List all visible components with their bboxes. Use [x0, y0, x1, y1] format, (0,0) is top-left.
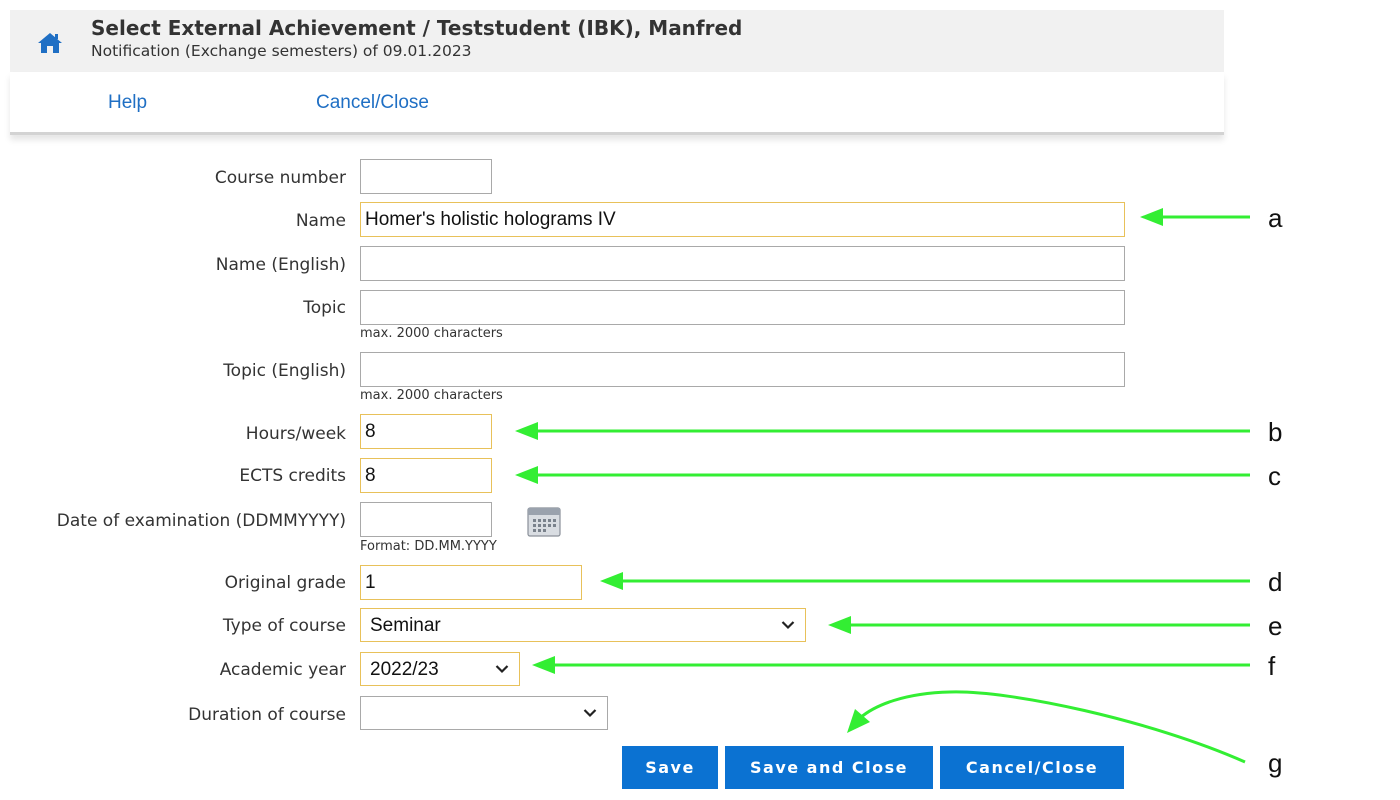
hours-week-input[interactable] [360, 414, 492, 449]
home-icon[interactable] [37, 32, 63, 54]
ects-credits-label: ECTS credits [239, 466, 346, 486]
topic-hint: max. 2000 characters [360, 326, 503, 341]
date-format-hint: Format: DD.MM.YYYY [360, 539, 497, 554]
page-subtitle: Notification (Exchange semesters) of 09.… [91, 42, 472, 60]
page-header: Select External Achievement / Teststuden… [10, 10, 1224, 72]
page-title: Select External Achievement / Teststuden… [91, 16, 743, 40]
name-english-label: Name (English) [215, 255, 346, 275]
save-button[interactable]: Save [622, 746, 718, 789]
type-of-course-label: Type of course [222, 616, 346, 636]
hours-week-label: Hours/week [245, 424, 346, 444]
type-of-course-select[interactable]: Seminar [360, 608, 806, 642]
duration-of-course-select[interactable] [360, 696, 608, 730]
original-grade-input[interactable] [360, 565, 582, 600]
chevron-down-icon [583, 709, 597, 718]
chevron-down-icon [781, 621, 795, 630]
topic-english-input[interactable] [360, 352, 1125, 387]
topic-english-hint: max. 2000 characters [360, 388, 503, 403]
menu-bar: Help Cancel/Close [10, 72, 1224, 135]
course-number-input[interactable] [360, 159, 492, 194]
topic-english-label: Topic (English) [223, 361, 346, 381]
menu-cancel-close-link[interactable]: Cancel/Close [316, 92, 429, 114]
help-link[interactable]: Help [108, 92, 147, 114]
ects-credits-input[interactable] [360, 458, 492, 493]
annotation-label-b: b [1268, 417, 1283, 447]
chevron-down-icon [495, 665, 509, 674]
annotation-label-g: g [1268, 748, 1283, 778]
academic-year-select[interactable]: 2022/23 [360, 652, 520, 686]
date-of-examination-input[interactable] [360, 502, 492, 537]
topic-label: Topic [303, 298, 346, 318]
annotation-label-d: d [1268, 567, 1283, 597]
cancel-close-button[interactable]: Cancel/Close [940, 746, 1124, 789]
date-of-examination-label: Date of examination (DDMMYYYY) [56, 511, 346, 531]
annotation-label-e: e [1268, 611, 1283, 641]
name-input[interactable] [360, 202, 1125, 237]
save-and-close-button[interactable]: Save and Close [725, 746, 933, 789]
original-grade-label: Original grade [224, 573, 346, 593]
name-english-input[interactable] [360, 246, 1125, 281]
academic-year-label: Academic year [219, 660, 346, 680]
annotation-label-c: c [1268, 461, 1281, 491]
annotation-label-a: a [1268, 203, 1283, 233]
duration-of-course-label: Duration of course [188, 705, 346, 725]
course-number-label: Course number [214, 168, 346, 188]
academic-year-value: 2022/23 [370, 659, 439, 680]
name-label: Name [295, 211, 346, 231]
calendar-icon[interactable] [527, 507, 561, 537]
topic-input[interactable] [360, 290, 1125, 325]
annotation-label-f: f [1268, 651, 1276, 681]
type-of-course-value: Seminar [370, 615, 441, 636]
